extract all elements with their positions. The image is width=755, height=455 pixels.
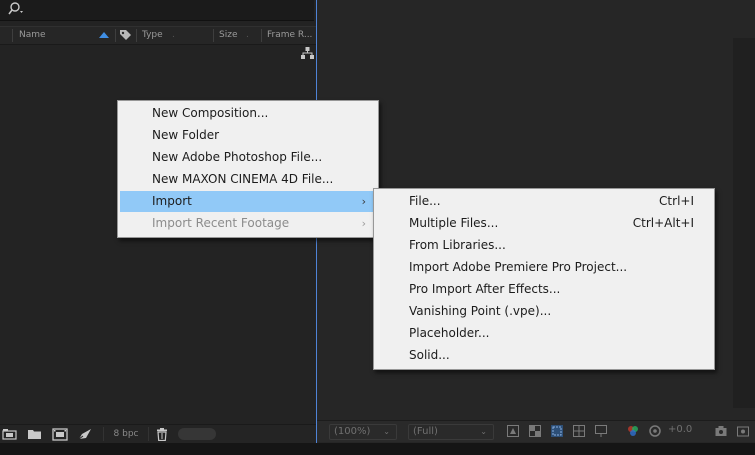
- shortcut-label: Ctrl+Alt+I: [632, 216, 694, 230]
- chevron-down-icon: ⌄: [383, 427, 390, 436]
- menu-item-new-cinema4d-file[interactable]: New MAXON CINEMA 4D File...: [120, 169, 376, 190]
- menu-item-label: New Composition...: [152, 106, 269, 120]
- submenu-item-solid[interactable]: Solid...: [376, 345, 712, 366]
- fast-previews-icon[interactable]: [507, 425, 519, 437]
- grid-guides-icon[interactable]: [573, 425, 585, 437]
- menu-item-label: New MAXON CINEMA 4D File...: [152, 172, 334, 186]
- menu-item-new-folder[interactable]: New Folder: [120, 125, 376, 146]
- import-submenu: File... Ctrl+I Multiple Files... Ctrl+Al…: [373, 188, 715, 370]
- camera-snapshot-icon[interactable]: [715, 425, 727, 437]
- resolution-dropdown[interactable]: (Full) ⌄: [408, 424, 494, 440]
- menu-item-import[interactable]: Import ›: [120, 191, 376, 212]
- submenu-item-label: Multiple Files...: [409, 216, 499, 230]
- submenu-arrow-icon: ›: [361, 195, 366, 208]
- trash-icon[interactable]: [156, 428, 168, 441]
- submenu-item-label: Pro Import After Effects...: [409, 282, 561, 296]
- channels-icon[interactable]: [627, 425, 639, 437]
- submenu-item-file[interactable]: File... Ctrl+I: [376, 191, 712, 212]
- search-bar[interactable]: [0, 0, 314, 21]
- magnification-value: (100%): [334, 426, 371, 437]
- column-header-row: Name Type . Size . Frame R...: [0, 26, 316, 45]
- new-composition-icon[interactable]: [52, 428, 68, 441]
- menu-item-new-photoshop-file[interactable]: New Adobe Photoshop File...: [120, 147, 376, 168]
- render-queue-icon[interactable]: [78, 428, 92, 441]
- viewer-toolbar: (100%) ⌄ (Full) ⌄ +0.0: [317, 420, 755, 442]
- project-panel-footer: 8 bpc: [0, 424, 316, 444]
- new-folder-icon[interactable]: [27, 428, 42, 440]
- bit-depth-button[interactable]: 8 bpc: [103, 427, 149, 441]
- menu-item-label: New Adobe Photoshop File...: [152, 150, 323, 164]
- exposure-value[interactable]: +0.0: [668, 424, 692, 435]
- column-type-header[interactable]: Type: [142, 30, 163, 40]
- submenu-item-placeholder[interactable]: Placeholder...: [376, 323, 712, 344]
- transparency-grid-icon[interactable]: [529, 425, 541, 437]
- sort-ascending-icon[interactable]: [99, 31, 109, 38]
- menu-item-new-composition[interactable]: New Composition...: [120, 103, 376, 124]
- thumbnail-size-slider[interactable]: [178, 428, 216, 440]
- column-name-header[interactable]: Name: [19, 30, 46, 40]
- label-tag-icon[interactable]: [119, 29, 132, 41]
- submenu-item-label: File...: [409, 194, 441, 208]
- submenu-item-label: Vanishing Point (.vpe)...: [409, 304, 552, 318]
- project-context-menu: New Composition... New Folder New Adobe …: [117, 100, 379, 238]
- submenu-item-label: From Libraries...: [409, 238, 506, 252]
- submenu-item-multiple-files[interactable]: Multiple Files... Ctrl+Alt+I: [376, 213, 712, 234]
- submenu-item-label: Solid...: [409, 348, 450, 362]
- magnification-dropdown[interactable]: (100%) ⌄: [329, 424, 397, 440]
- submenu-arrow-icon: ›: [361, 217, 366, 230]
- viewer-side-strip: [733, 38, 755, 408]
- menu-item-label: Import: [152, 194, 192, 208]
- submenu-item-label: Placeholder...: [409, 326, 490, 340]
- submenu-item-label: Import Adobe Premiere Pro Project...: [409, 260, 628, 274]
- submenu-item-pro-import-after-effects[interactable]: Pro Import After Effects...: [376, 279, 712, 300]
- flowchart-icon[interactable]: [301, 47, 314, 59]
- menu-item-import-recent-footage[interactable]: Import Recent Footage ›: [120, 213, 376, 234]
- resolution-value: (Full): [413, 426, 438, 437]
- exposure-reset-icon[interactable]: [649, 425, 661, 437]
- chevron-down-icon: ⌄: [480, 427, 487, 436]
- region-of-interest-icon[interactable]: [551, 425, 563, 437]
- submenu-item-from-libraries[interactable]: From Libraries...: [376, 235, 712, 256]
- column-size-header[interactable]: Size: [219, 30, 237, 40]
- column-frame-rate-header[interactable]: Frame R...: [267, 30, 312, 40]
- mask-visibility-icon[interactable]: [595, 425, 607, 437]
- show-snapshot-icon[interactable]: [737, 425, 749, 437]
- bottom-status-strip: [0, 443, 755, 455]
- menu-item-label: Import Recent Footage: [152, 216, 290, 230]
- interpret-footage-icon[interactable]: [2, 428, 18, 441]
- search-icon[interactable]: [8, 2, 28, 16]
- submenu-item-import-premiere-project[interactable]: Import Adobe Premiere Pro Project...: [376, 257, 712, 278]
- menu-item-label: New Folder: [152, 128, 220, 142]
- shortcut-label: Ctrl+I: [659, 194, 694, 208]
- submenu-item-vanishing-point[interactable]: Vanishing Point (.vpe)...: [376, 301, 712, 322]
